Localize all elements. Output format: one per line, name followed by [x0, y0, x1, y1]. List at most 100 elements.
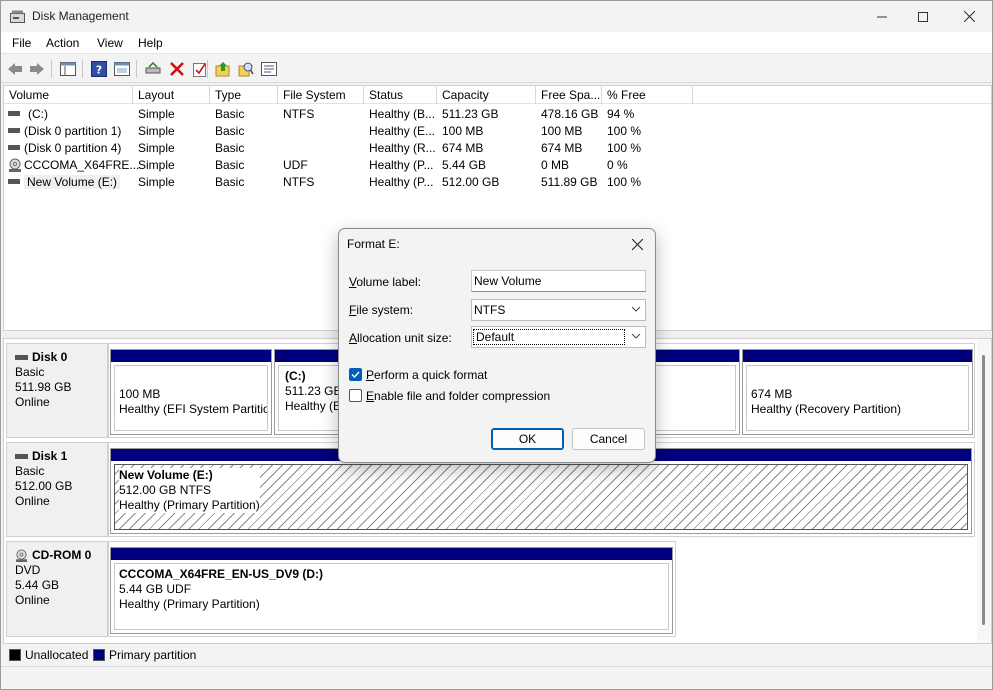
partition-d[interactable]: CCCOMA_X64FRE_EN-US_DV9 (D:) 5.44 GB UDF…: [110, 547, 673, 634]
volume-label-label: Volume label:: [349, 275, 422, 289]
search-disk-icon: [238, 62, 254, 77]
volume-status: Healthy (B...: [369, 107, 436, 121]
volume-row[interactable]: (Disk 0 partition 4) Simple Basic Health…: [4, 140, 991, 157]
disk-1-label[interactable]: Disk 1 Basic 512.00 GB Online: [6, 442, 108, 537]
maximize-button[interactable]: [900, 1, 946, 32]
disk-size: 5.44 GB: [15, 578, 60, 592]
allocation-unit-size-select[interactable]: Default: [471, 326, 646, 348]
volume-row[interactable]: (C:) Simple Basic NTFS Healthy (B... 511…: [4, 106, 991, 123]
partition-color-bar: [743, 350, 972, 362]
menu-help[interactable]: Help: [138, 36, 163, 50]
show-pane-button[interactable]: [112, 59, 132, 79]
column-header-percent-free[interactable]: % Free: [602, 86, 693, 104]
disk-size: 512.00 GB: [15, 479, 73, 493]
volume-type: Basic: [215, 124, 245, 138]
column-header-type[interactable]: Type: [210, 86, 278, 104]
dialog-close-button[interactable]: [625, 232, 649, 256]
menu-view[interactable]: View: [97, 36, 123, 50]
disk-map-scrollbar[interactable]: [977, 339, 991, 643]
legend-swatch-primary: [93, 649, 105, 661]
column-header-status[interactable]: Status: [364, 86, 437, 104]
volume-percent-free: 100 %: [607, 175, 642, 189]
chevron-down-icon: [631, 306, 641, 312]
delete-button[interactable]: [167, 59, 187, 79]
volume-type: Basic: [215, 107, 245, 121]
volume-list-header: Volume Layout Type File System Status Ca…: [4, 86, 991, 104]
close-window-button[interactable]: [946, 1, 992, 32]
volume-status: Healthy (E...: [369, 124, 436, 138]
checkmark-icon: [351, 371, 360, 379]
cancel-button[interactable]: Cancel: [572, 428, 645, 450]
partition-title: CCCOMA_X64FRE_EN-US_DV9 (D:): [119, 567, 324, 581]
partition-recovery[interactable]: 674 MB Healthy (Recovery Partition): [742, 349, 973, 435]
compression-checkbox[interactable]: [349, 389, 362, 402]
search-disk-button[interactable]: [236, 59, 256, 79]
quick-format-label[interactable]: Perform a quick format: [366, 368, 487, 382]
disk-management-app-icon: [10, 10, 25, 23]
volume-percent-free: 100 %: [607, 141, 642, 155]
disk-state: Online: [15, 494, 50, 508]
drive-icon: [15, 354, 28, 360]
volume-layout: Simple: [138, 107, 175, 121]
column-header-free-space[interactable]: Free Spa...: [536, 86, 602, 104]
minimize-button[interactable]: [859, 1, 905, 32]
column-header-layout[interactable]: Layout: [133, 86, 210, 104]
volume-type: Basic: [215, 141, 245, 155]
disk-kind: DVD: [15, 563, 41, 577]
menu-action[interactable]: Action: [46, 36, 79, 50]
connect-disk-button[interactable]: [143, 59, 163, 79]
drive-icon: [8, 128, 20, 133]
column-header-capacity[interactable]: Capacity: [437, 86, 536, 104]
partition-efi[interactable]: 100 MB Healthy (EFI System Partition: [110, 349, 272, 435]
title-bar: Disk Management: [1, 1, 992, 32]
scrollbar-thumb[interactable]: [982, 355, 985, 625]
legend: Unallocated Primary partition: [3, 645, 992, 665]
partition-title: New Volume (E:): [119, 468, 213, 482]
menu-file[interactable]: File: [12, 36, 31, 50]
connect-disk-icon: [145, 62, 161, 74]
file-system-label: File system:: [349, 303, 414, 317]
dialog-title: Format E:: [347, 237, 400, 251]
forward-button[interactable]: [27, 59, 47, 79]
disk-kind: Basic: [15, 365, 45, 379]
properties-icon: [261, 62, 277, 76]
disk-state: Online: [15, 395, 50, 409]
drive-icon: [8, 111, 20, 116]
volume-row[interactable]: (Disk 0 partition 1) Simple Basic Health…: [4, 123, 991, 140]
disk-0-label[interactable]: Disk 0 Basic 511.98 GB Online: [6, 343, 108, 438]
check-icon: [193, 63, 206, 77]
back-button[interactable]: [5, 59, 25, 79]
volume-status: Healthy (P...: [369, 158, 434, 172]
properties-button[interactable]: [259, 59, 279, 79]
allocation-unit-size-label: Allocation unit size:: [349, 331, 452, 345]
folder-up-icon: [215, 62, 230, 77]
disk-kind: Basic: [15, 464, 45, 478]
drive-icon: [8, 179, 20, 184]
partition-size: 5.44 GB UDF: [119, 582, 192, 596]
volume-layout: Simple: [138, 158, 175, 172]
ok-button[interactable]: OK: [491, 428, 564, 450]
partition-size: 512.00 GB NTFS: [119, 483, 212, 497]
maximize-icon: [918, 11, 928, 22]
volume-label-input[interactable]: [471, 270, 646, 292]
file-system-select[interactable]: NTFS: [471, 299, 646, 321]
cdrom-0-label[interactable]: CD-ROM 0 DVD 5.44 GB Online: [6, 541, 108, 637]
column-header-volume[interactable]: Volume: [4, 86, 133, 104]
disk-name: CD-ROM 0: [32, 548, 92, 562]
window-title: Disk Management: [32, 9, 129, 23]
quick-format-checkbox[interactable]: [349, 368, 362, 381]
status-bar: [1, 666, 992, 689]
toolbar-separator: [136, 60, 137, 78]
volume-capacity: 100 MB: [442, 124, 484, 138]
partition-status: Healthy (EFI System Partition: [119, 402, 268, 416]
cdrom-0-partitions: CCCOMA_X64FRE_EN-US_DV9 (D:) 5.44 GB UDF…: [108, 541, 676, 637]
volume-row[interactable]: New Volume (E:) Simple Basic NTFS Health…: [4, 174, 991, 191]
volume-free-space: 674 MB: [541, 141, 583, 155]
folder-up-button[interactable]: [213, 59, 233, 79]
compression-label[interactable]: Enable file and folder compression: [366, 389, 550, 403]
console-tree-button[interactable]: [58, 59, 78, 79]
volume-row[interactable]: CCCOMA_X64FRE... Simple Basic UDF Health…: [4, 157, 991, 174]
volume-free-space: 100 MB: [541, 124, 583, 138]
help-button[interactable]: ?: [89, 59, 109, 79]
column-header-file-system[interactable]: File System: [278, 86, 364, 104]
